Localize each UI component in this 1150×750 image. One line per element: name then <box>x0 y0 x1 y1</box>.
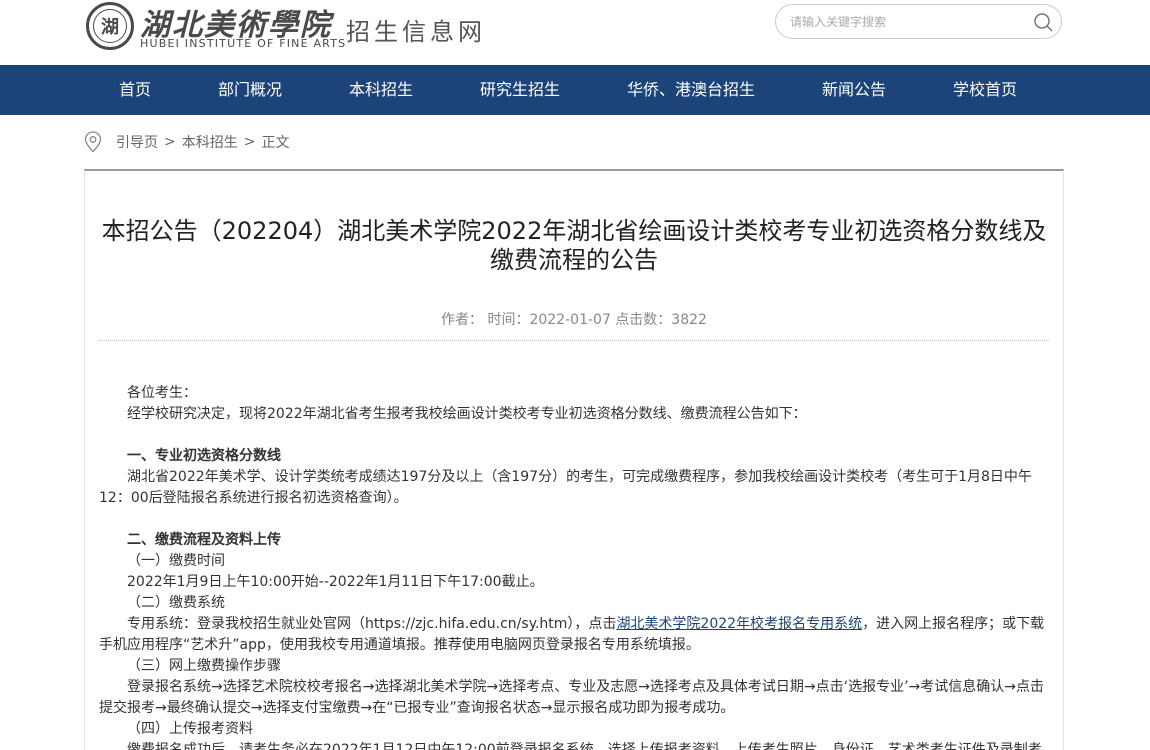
nav-item-school-home[interactable]: 学校首页 <box>953 65 1017 115</box>
site-name: 招生信息网 <box>346 18 486 46</box>
meta-divider <box>99 340 1049 341</box>
breadcrumb-link-undergraduate[interactable]: 本科招生 <box>182 132 238 152</box>
location-pin-icon <box>84 131 102 153</box>
score-paragraph: 湖北省2022年美术学、设计学类统考成绩达197分及以上（含197分）的考生，可… <box>99 469 1032 506</box>
payment-system-paragraph: 专用系统：登录我校招生就业处官网（https://zjc.hifa.edu.cn… <box>99 614 1049 656</box>
payment-system-text-pre: 专用系统：登录我校招生就业处官网（https://zjc.hifa.edu.cn… <box>127 616 617 632</box>
nav-item-graduate[interactable]: 研究生招生 <box>480 65 560 115</box>
nav-item-departments[interactable]: 部门概况 <box>218 65 282 115</box>
logo-english-name: HUBEI INSTITUTE OF FINE ARTS <box>140 37 347 50</box>
section-heading-2: 二、缴费流程及资料上传 <box>127 532 281 548</box>
emblem-inner: 湖 <box>93 9 127 43</box>
breadcrumb-separator: > <box>164 134 176 150</box>
payment-time-paragraph: 2022年1月9日上午10:00开始--2022年1月11日下午17:00截止。 <box>127 574 544 590</box>
breadcrumb-link-guide[interactable]: 引导页 <box>116 132 158 152</box>
article-panel: 本招公告（202204）湖北美术学院2022年湖北省绘画设计类校考专业初选资格分… <box>84 169 1064 750</box>
payment-steps-paragraph: 登录报名系统→选择艺术院校校考报名→选择湖北美术学院→选择考点、专业及志愿→选择… <box>99 679 1045 716</box>
subsection-payment-time: （一）缴费时间 <box>127 553 225 569</box>
breadcrumb-current: 正文 <box>261 135 290 151</box>
registration-system-link[interactable]: 湖北美术学院2022年校考报名专用系统 <box>616 616 862 632</box>
site-header: 湖 湖北美術學院 HUBEI INSTITUTE OF FINE ARTS 招生… <box>0 0 1150 65</box>
breadcrumb-separator: > <box>243 134 256 150</box>
nav-item-news[interactable]: 新闻公告 <box>822 65 886 115</box>
school-emblem-logo[interactable]: 湖 <box>86 2 134 50</box>
subsection-payment-system: （二）缴费系统 <box>127 595 225 611</box>
article-content: 各位考生： 经学校研究决定，现将2022年湖北省考生报考我校绘画设计类校考专业初… <box>99 383 1049 750</box>
intro-paragraph: 经学校研究决定，现将2022年湖北省考生报考我校绘画设计类校考专业初选资格分数线… <box>127 406 807 422</box>
subsection-upload-materials: （四）上传报考资料 <box>127 721 253 737</box>
upload-materials-paragraph: 缴费报名成功后，请考生务必在2022年1月12日中午12:00前登录报名系统，选… <box>127 742 1042 750</box>
greeting-paragraph: 各位考生： <box>127 385 197 401</box>
article-title: 本招公告（202204）湖北美术学院2022年湖北省绘画设计类校考专业初选资格分… <box>101 217 1047 274</box>
search-input[interactable] <box>790 11 1020 33</box>
main-nav: 首页 部门概况 本科招生 研究生招生 华侨、港澳台招生 新闻公告 学校首页 <box>0 65 1150 115</box>
article-meta: 作者： 时间：2022-01-07 点击数：3822 <box>441 312 707 328</box>
search-icon[interactable] <box>1033 12 1053 32</box>
breadcrumb: 引导页 > 本科招生 > 正文 <box>84 130 289 154</box>
nav-item-undergraduate[interactable]: 本科招生 <box>349 65 413 115</box>
subsection-payment-steps: （三）网上缴费操作步骤 <box>127 658 281 674</box>
nav-item-overseas[interactable]: 华侨、港澳台招生 <box>627 65 755 115</box>
search-box <box>775 4 1062 39</box>
section-heading-1: 一、专业初选资格分数线 <box>127 448 281 464</box>
nav-item-home[interactable]: 首页 <box>119 65 151 115</box>
